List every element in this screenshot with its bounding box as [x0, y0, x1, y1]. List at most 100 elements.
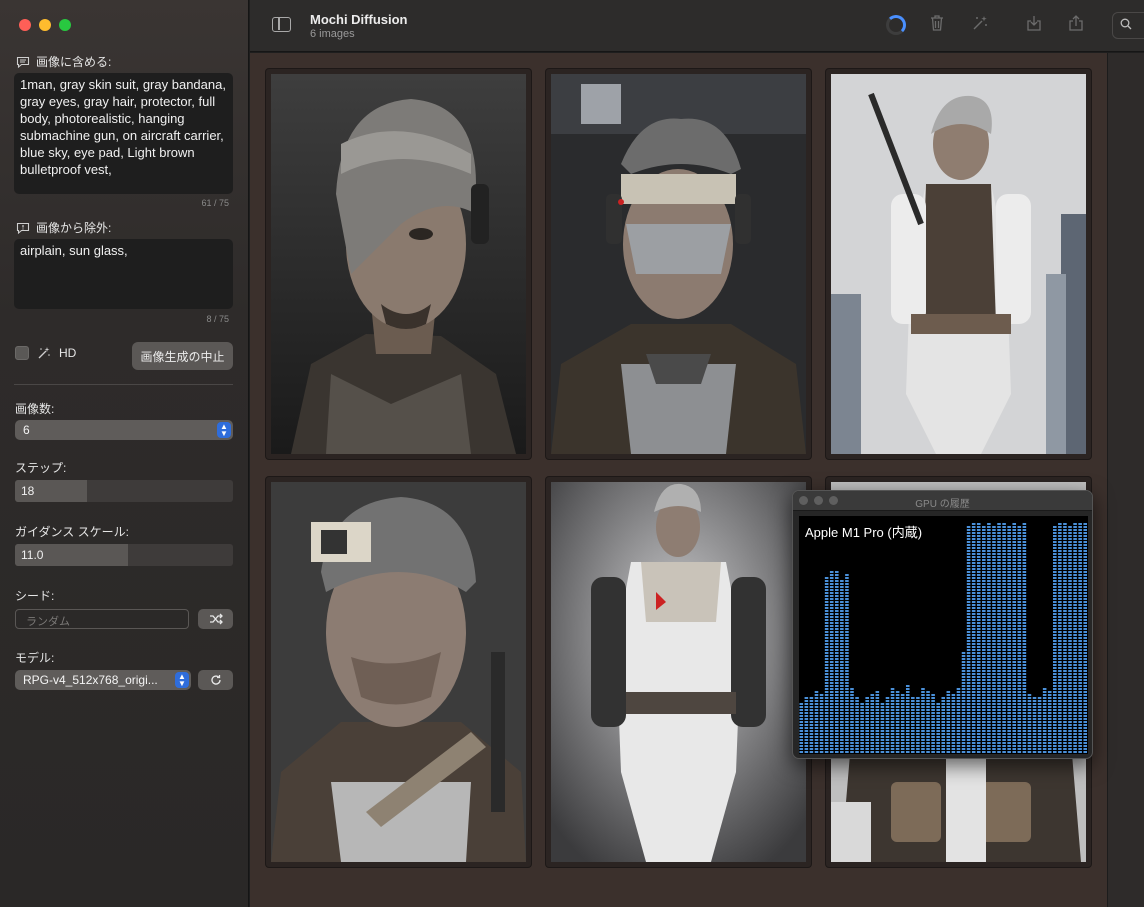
close-window-button[interactable]: [19, 19, 31, 31]
model-select[interactable]: RPG-v4_512x768_origi... ▲ ▼: [15, 670, 191, 690]
progress-spinner-icon: [886, 15, 906, 35]
steps-slider[interactable]: 18: [15, 480, 233, 502]
steps-label: ステップ:: [15, 461, 67, 475]
image-tile[interactable]: [826, 69, 1091, 459]
guidance-label: ガイダンス スケール:: [15, 525, 129, 539]
gpu-usage-bar: [956, 688, 961, 753]
gpu-usage-bar: [824, 577, 829, 753]
guidance-slider[interactable]: 11.0: [15, 544, 233, 566]
gpu-usage-bar: [961, 652, 966, 753]
gpu-usage-bar: [895, 691, 900, 753]
seed-input[interactable]: ランダム: [15, 609, 189, 629]
gpu-usage-bar: [1068, 526, 1072, 753]
prompt-counter: 61 / 75: [201, 198, 229, 208]
prompt-label-row: 画像に含める:: [16, 53, 111, 70]
image-count-label: 画像数:: [15, 402, 55, 416]
gpu-usage-bar: [809, 697, 814, 753]
search-field[interactable]: [1112, 12, 1144, 39]
gpu-device-name: Apple M1 Pro (内蔵): [805, 525, 923, 540]
gpu-usage-bar: [875, 691, 880, 753]
stop-generation-button[interactable]: 画像生成の中止: [132, 342, 233, 370]
gpu-usage-bar: [936, 703, 940, 753]
gpu-usage-bar: [804, 697, 809, 753]
gpu-usage-bar: [799, 703, 804, 753]
import-icon[interactable]: [1023, 14, 1045, 36]
gpu-usage-bar: [916, 697, 920, 753]
model-value: RPG-v4_512x768_origi...: [23, 673, 158, 687]
gpu-usage-bar: [982, 526, 986, 753]
magic-wand-icon[interactable]: [969, 14, 991, 36]
sidebar-toggle-icon[interactable]: [272, 17, 291, 32]
image-count-subtitle: 6 images: [310, 28, 355, 40]
gpu-usage-bar: [1042, 688, 1047, 753]
detail-panel: [1107, 53, 1144, 907]
gpu-usage-bar: [992, 526, 996, 753]
gpu-usage-bar: [926, 691, 930, 753]
generated-image[interactable]: [271, 74, 526, 454]
gpu-usage-bar: [1078, 523, 1082, 753]
negative-prompt-textarea[interactable]: airplain, sun glass,: [14, 239, 233, 309]
prompt-label: 画像に含める:: [36, 55, 112, 69]
zoom-window-button[interactable]: [59, 19, 71, 31]
image-tile[interactable]: [546, 477, 811, 867]
gpu-usage-bar: [1083, 523, 1087, 753]
generated-image[interactable]: [551, 482, 806, 862]
gpu-usage-bar: [976, 523, 981, 753]
window-controls: [19, 19, 71, 31]
gpu-window-titlebar[interactable]: GPU の履歴: [793, 491, 1092, 511]
shuffle-seed-button[interactable]: [198, 609, 233, 629]
shuffle-icon: [209, 613, 223, 625]
negative-prompt-label: 画像から除外:: [36, 221, 112, 235]
generated-image[interactable]: [271, 482, 526, 862]
image-tile[interactable]: [266, 69, 531, 459]
gpu-usage-bar: [1058, 523, 1062, 753]
gpu-history-window[interactable]: GPU の履歴 Apple M1 Pro (内蔵): [792, 490, 1093, 759]
negative-prompt-label-row: 画像から除外:: [16, 219, 111, 236]
gpu-usage-bar: [890, 688, 895, 753]
gpu-usage-bar: [1027, 694, 1032, 753]
gpu-usage-bar: [860, 703, 864, 753]
negative-prompt-counter: 8 / 75: [206, 314, 229, 324]
speech-bubble-icon: [16, 56, 30, 68]
gpu-usage-bar: [870, 694, 875, 753]
gpu-usage-bar: [946, 691, 951, 753]
gpu-usage-bar: [1007, 526, 1011, 753]
gpu-usage-bar: [971, 523, 976, 753]
generated-image[interactable]: [831, 74, 1086, 454]
gpu-usage-bar: [1047, 691, 1052, 753]
steps-value: 18: [21, 484, 35, 498]
guidance-value: 11.0: [21, 548, 44, 562]
refresh-icon: [210, 675, 221, 685]
prompt-textarea[interactable]: 1man, gray skin suit, gray bandana, gray…: [14, 73, 233, 194]
hd-checkbox[interactable]: [15, 346, 29, 360]
exclamation-bubble-icon: [16, 222, 30, 234]
updown-chevron-icon: ▲ ▼: [175, 672, 189, 688]
gpu-usage-bar: [840, 580, 844, 753]
refresh-models-button[interactable]: [198, 670, 233, 690]
image-count-select[interactable]: 6 ▲ ▼: [15, 420, 233, 440]
gpu-usage-bar: [845, 574, 849, 753]
image-tile[interactable]: [266, 477, 531, 867]
gpu-usage-bar: [1073, 523, 1077, 753]
gpu-usage-bars: [799, 523, 1087, 753]
gpu-usage-bar: [905, 685, 910, 753]
gpu-usage-bar: [911, 697, 915, 753]
gpu-usage-bar: [829, 571, 834, 753]
gpu-usage-bar: [834, 571, 839, 753]
app-title: Mochi Diffusion: [310, 12, 408, 27]
gpu-usage-bar: [997, 523, 1001, 753]
gpu-usage-bar: [931, 694, 935, 753]
image-tile[interactable]: [546, 69, 811, 459]
minimize-window-button[interactable]: [39, 19, 51, 31]
gpu-usage-bar: [900, 694, 905, 753]
gpu-usage-bar: [966, 526, 971, 753]
trash-icon[interactable]: [926, 14, 948, 36]
gpu-usage-bar: [885, 697, 890, 753]
gpu-usage-bar: [1012, 523, 1017, 753]
generated-image[interactable]: [551, 74, 806, 454]
share-icon[interactable]: [1065, 14, 1087, 36]
gpu-usage-bar: [814, 691, 819, 753]
gpu-usage-bar: [951, 694, 956, 753]
gpu-usage-bar: [850, 688, 854, 753]
gpu-usage-bar: [1002, 523, 1006, 753]
